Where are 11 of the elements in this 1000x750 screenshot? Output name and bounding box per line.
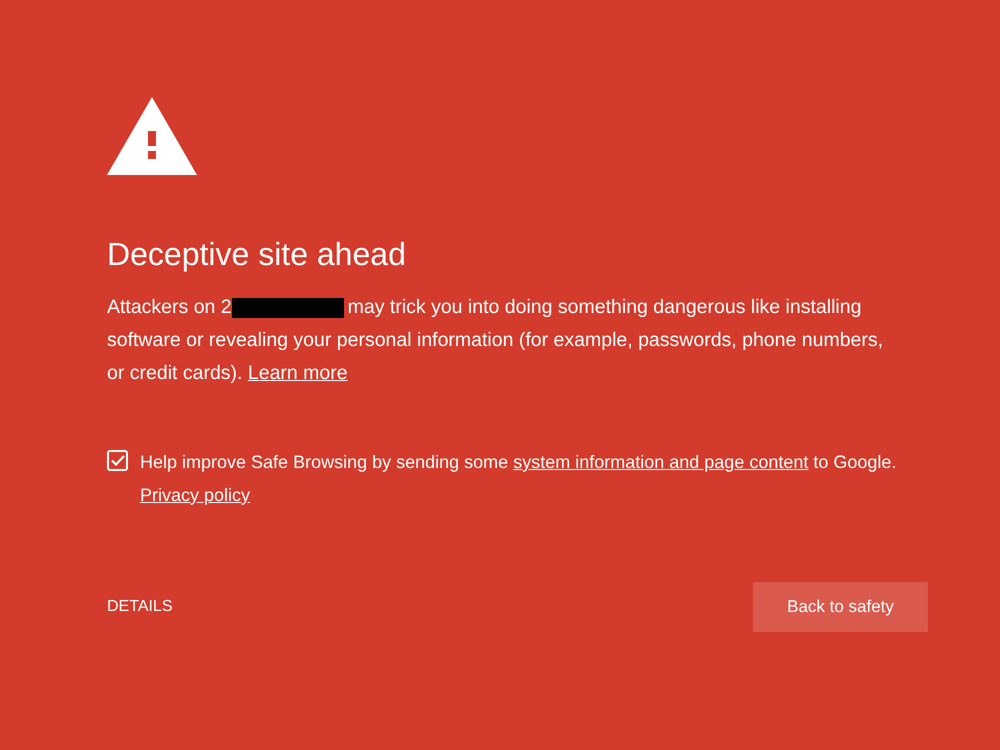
page-heading: Deceptive site ahead: [107, 235, 407, 274]
details-button[interactable]: DETAILS: [107, 587, 172, 627]
system-info-link[interactable]: system information and page content: [513, 452, 808, 472]
report-consent-text: Help improve Safe Browsing by sending some system information and page content to Google.: [140, 451, 896, 473]
learn-more-link[interactable]: Learn more: [248, 362, 348, 384]
warning-triangle-icon: [107, 97, 197, 175]
checkbox[interactable]: [107, 450, 128, 471]
back-to-safety-button[interactable]: Back to safety: [753, 582, 928, 632]
warning-message: Attackers on 2 may trick you into doing something dangerous like installing software or revealing your personal information (for example, passwords, phone numbers, or credit cards). Learn more: [107, 295, 884, 386]
privacy-policy-link[interactable]: Privacy policy: [140, 485, 250, 505]
checkmark-icon: [110, 455, 124, 466]
